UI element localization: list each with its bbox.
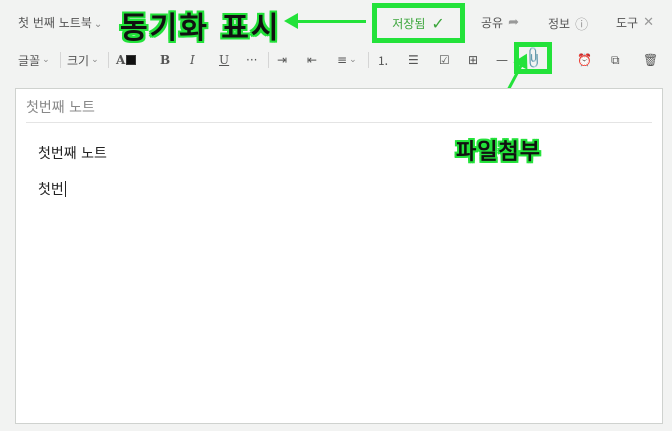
color-swatch	[126, 55, 137, 65]
size-dropdown[interactable]: 크기 ⌄	[67, 51, 99, 69]
align-left-icon: ≡	[337, 53, 348, 67]
underline-button[interactable]: U	[219, 51, 229, 69]
size-label: 크기	[67, 53, 90, 68]
tools-button[interactable]: 도구 ✕	[616, 14, 654, 31]
indent-icon[interactable]: ⇥	[277, 51, 287, 69]
info-label: 정보	[548, 17, 571, 31]
note-editor[interactable]: 첫번째 노트 첫번째 노트 첫번	[15, 88, 663, 424]
checkbox-icon[interactable]: ☑	[439, 51, 450, 69]
numbered-list-icon[interactable]: ⒈	[377, 51, 389, 69]
note-title[interactable]: 첫번째 노트	[26, 97, 95, 117]
notebook-name: 첫 번째 노트북	[18, 16, 92, 30]
table-icon[interactable]: ⊞	[468, 51, 478, 69]
font-label: 글꼴	[18, 53, 41, 68]
toolbar-divider	[368, 52, 369, 68]
info-button[interactable]: 정보 ⓘ	[548, 14, 588, 33]
outdent-icon[interactable]: ⇤	[307, 51, 317, 69]
annotation-arrow-sync	[284, 13, 366, 29]
tools-label: 도구	[616, 16, 639, 30]
chevron-down-icon: ⌄	[42, 55, 50, 65]
toolbar-divider	[60, 52, 61, 68]
bold-button[interactable]: B	[160, 51, 170, 69]
saved-indicator: 저장됨 ✓	[372, 3, 465, 43]
italic-button[interactable]: I	[190, 51, 195, 69]
notebook-selector[interactable]: 첫 번째 노트북 ⌄	[18, 14, 102, 31]
chevron-down-icon: ⌄	[93, 19, 103, 30]
horizontal-rule-button[interactable]: —	[496, 51, 508, 69]
check-icon: ✓	[431, 13, 445, 33]
chevron-down-icon: ⌄	[91, 55, 99, 65]
share-button[interactable]: 공유 ➦	[481, 14, 519, 31]
chevron-down-icon: ⌄	[349, 55, 357, 65]
note-body-line[interactable]: 첫번	[38, 179, 66, 199]
saved-label: 저장됨	[392, 16, 426, 31]
close-icon[interactable]: ✕	[643, 15, 654, 30]
annotation-sync: 동기화 표시	[120, 11, 281, 46]
text-color-label: A	[116, 53, 126, 67]
format-toolbar: 글꼴 ⌄ 크기 ⌄ A B I U ··· ⇥ ⇤ ≡ ⌄ ⒈ ☰ ☑ ⊞ — ⏰ ⧉…	[0, 44, 672, 76]
text-caret	[64, 181, 66, 197]
info-icon: ⓘ	[575, 18, 589, 33]
present-icon[interactable]: ⧉	[611, 51, 620, 69]
title-divider	[26, 122, 652, 123]
share-label: 공유	[481, 16, 504, 30]
toolbar-divider	[108, 52, 109, 68]
annotation-attach: 파일첨부	[456, 140, 541, 165]
note-body-line[interactable]: 첫번째 노트	[38, 143, 107, 163]
text-color-button[interactable]: A	[116, 51, 137, 69]
top-bar: 첫 번째 노트북 ⌄ 동기화 표시 저장됨 ✓ 공유 ➦ 정보 ⓘ 도구 ✕	[0, 0, 672, 46]
more-format-button[interactable]: ···	[246, 51, 257, 69]
share-arrow-icon: ➦	[508, 15, 519, 30]
align-dropdown[interactable]: ≡ ⌄	[337, 51, 357, 69]
trash-icon[interactable]: 🗑	[643, 51, 658, 69]
toolbar-divider	[268, 52, 269, 68]
font-dropdown[interactable]: 글꼴 ⌄	[18, 51, 50, 69]
reminder-alarm-icon[interactable]: ⏰	[577, 51, 592, 69]
note-body-text: 첫번	[38, 182, 64, 198]
bullet-list-icon[interactable]: ☰	[408, 51, 419, 69]
